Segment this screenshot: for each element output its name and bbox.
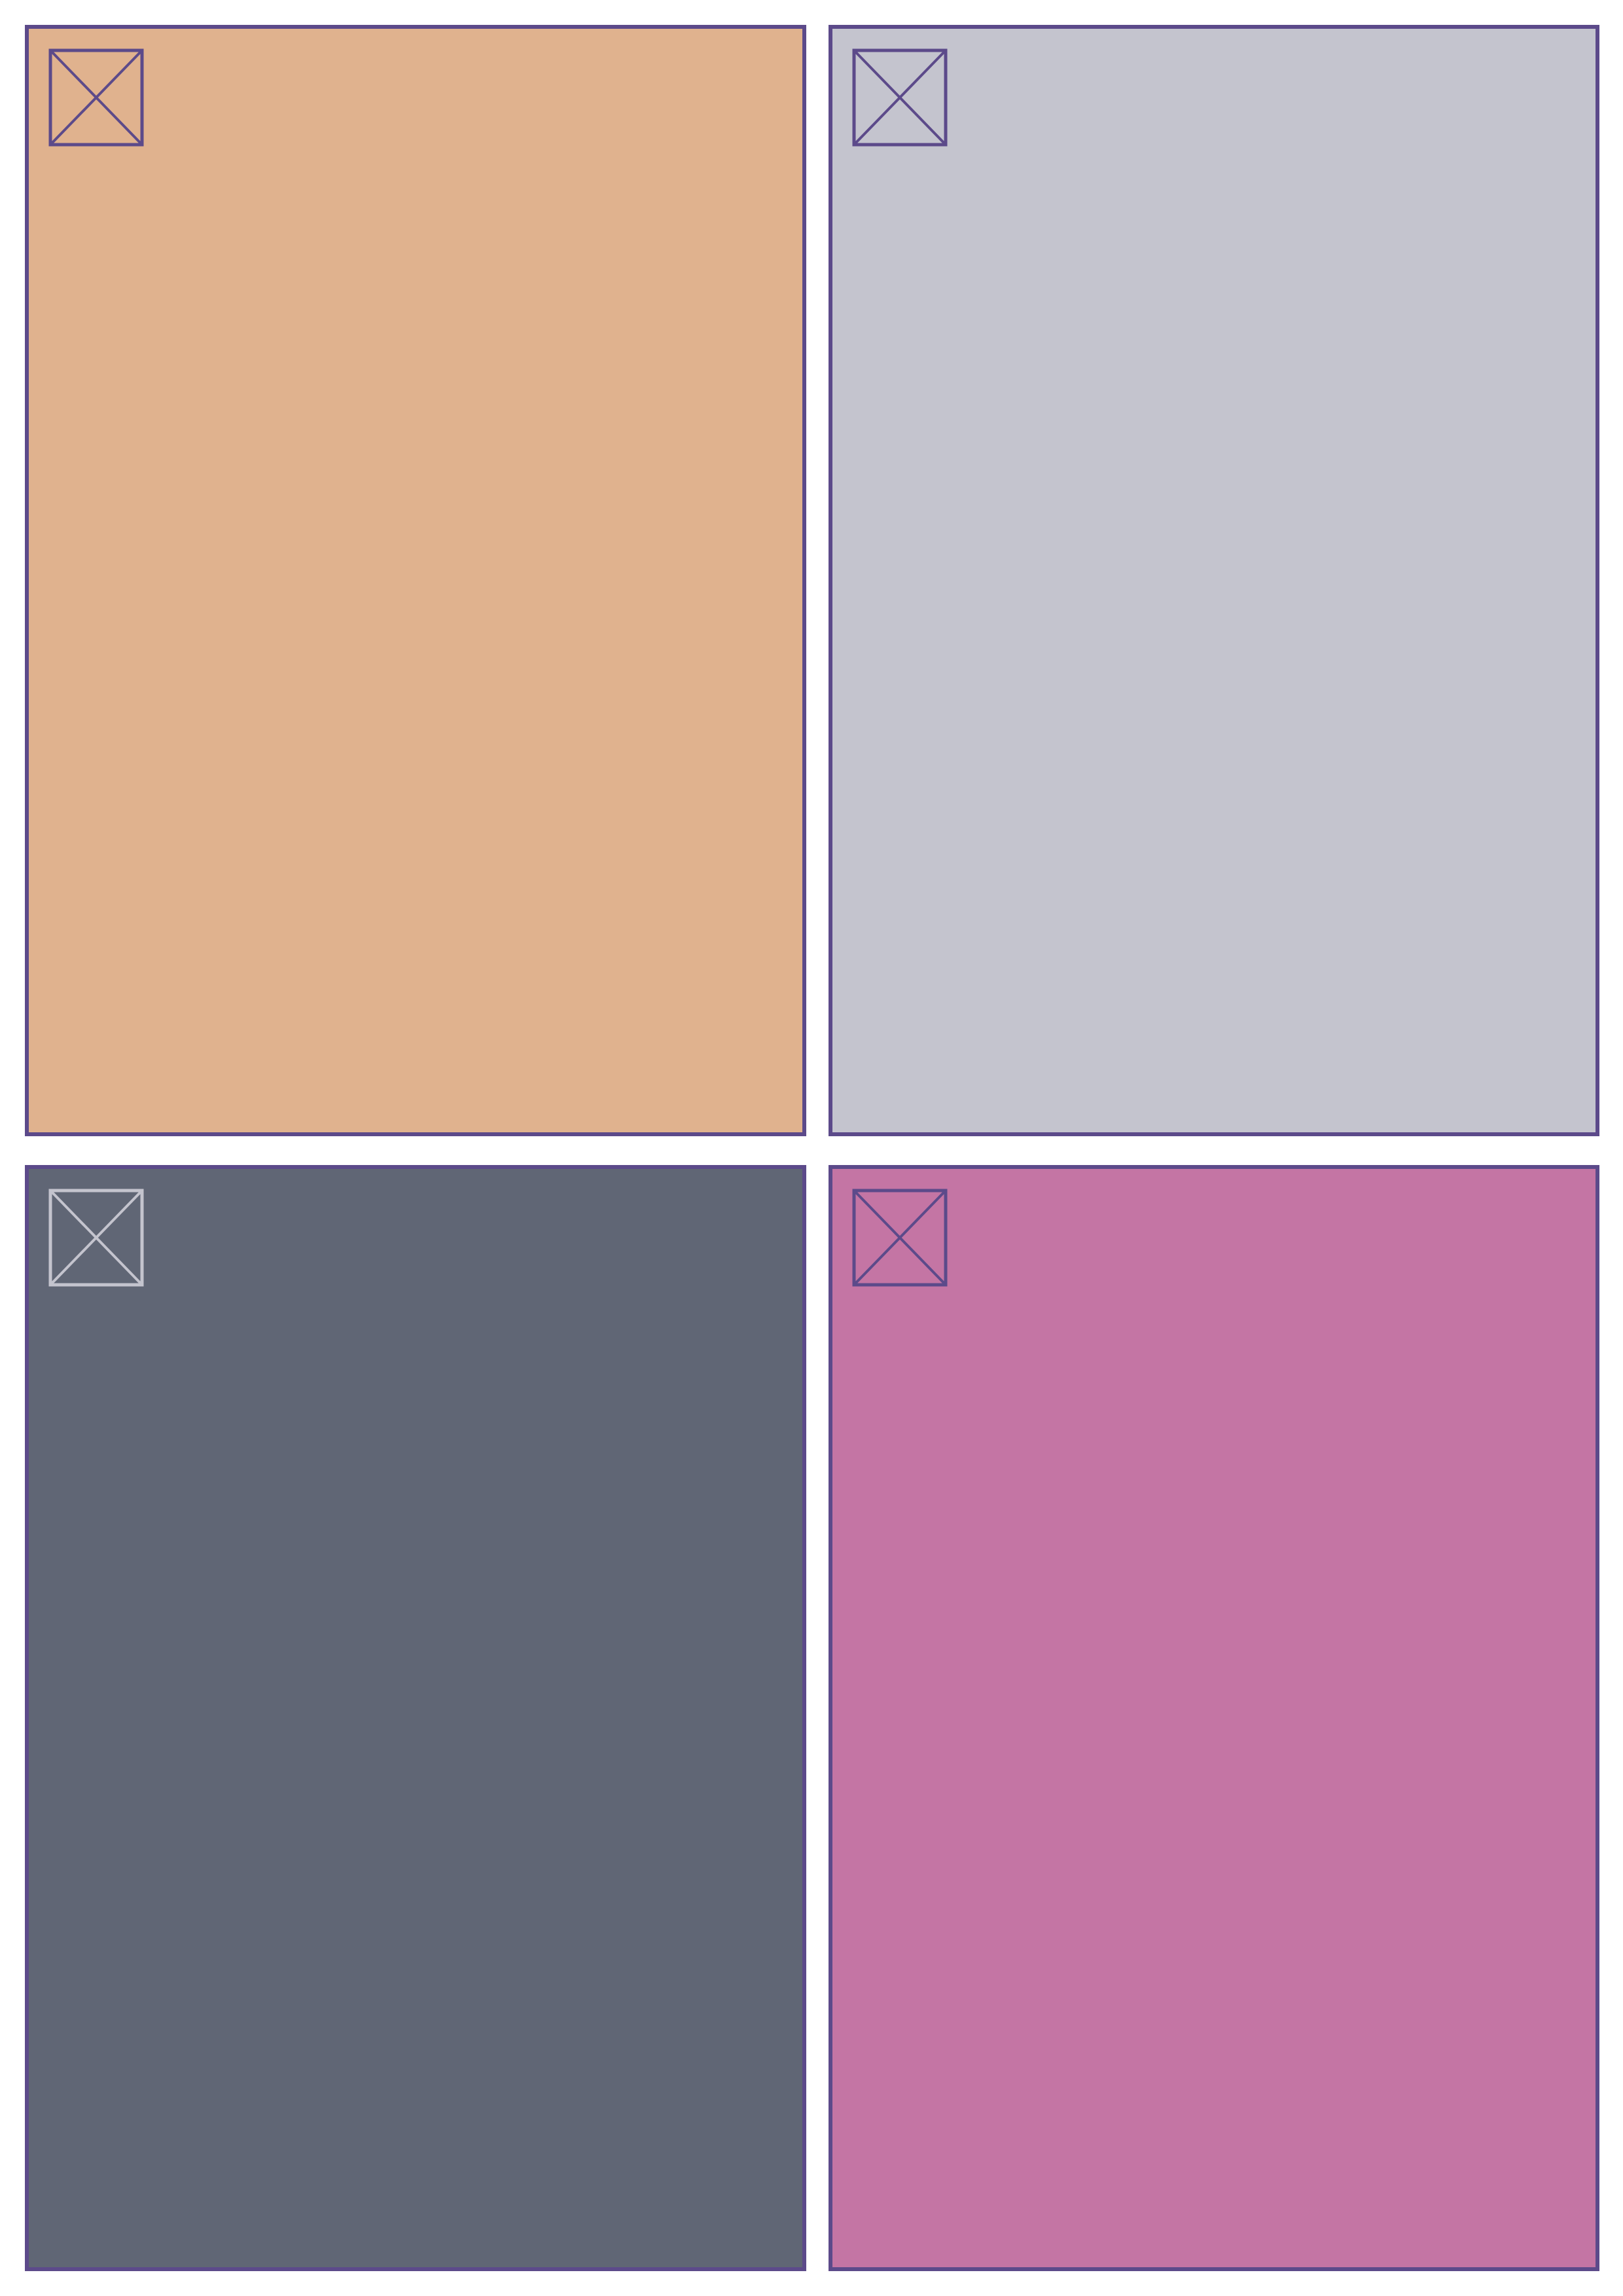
image-placeholder-icon	[48, 1189, 144, 1287]
image-panel-4	[829, 1165, 1599, 2271]
image-placeholder-icon	[852, 48, 948, 147]
image-panel-1	[25, 25, 806, 1136]
image-placeholder-icon	[48, 48, 144, 147]
image-panel-2	[829, 25, 1599, 1136]
image-panel-3	[25, 1165, 806, 2271]
image-placeholder-icon	[852, 1189, 948, 1287]
